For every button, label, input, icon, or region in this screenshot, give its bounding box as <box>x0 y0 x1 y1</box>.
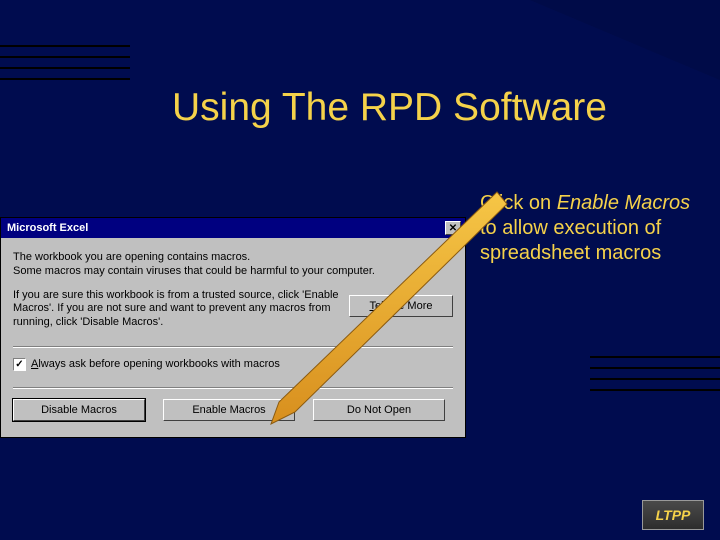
caption-suffix: to allow execution of spreadsheet macros <box>480 217 661 264</box>
slide-title: Using The RPD Software <box>172 86 607 130</box>
p1-line-a: The workbook you are opening contains ma… <box>13 251 250 263</box>
always-ask-label: Always ask before opening workbooks with… <box>31 358 280 370</box>
divider <box>13 387 453 389</box>
dialog-body: The workbook you are opening contains ma… <box>1 238 465 437</box>
dialog-title: Microsoft Excel <box>7 222 88 234</box>
bg-lines-top <box>0 45 130 89</box>
p1-line-b: Some macros may contain viruses that cou… <box>13 265 375 277</box>
divider <box>13 346 453 348</box>
caption-emphasis: Enable Macros <box>557 192 690 214</box>
dialog-titlebar: Microsoft Excel ✕ <box>1 218 465 238</box>
tell-me-more-button[interactable]: Tell Me More <box>349 295 453 317</box>
macro-warning-dialog: Microsoft Excel ✕ The workbook you are o… <box>0 217 466 438</box>
caption-prefix: Click on <box>480 192 557 214</box>
bg-lines-bottom <box>590 356 720 400</box>
enable-macros-button[interactable]: Enable Macros <box>163 399 295 421</box>
slide-caption: Click on Enable Macros to allow executio… <box>480 191 700 266</box>
do-not-open-button[interactable]: Do Not Open <box>313 399 445 421</box>
dialog-paragraph-1: The workbook you are opening contains ma… <box>13 251 453 279</box>
always-ask-checkbox[interactable]: ✓ <box>13 358 26 371</box>
dialog-paragraph-2: If you are sure this workbook is from a … <box>13 289 339 330</box>
tell-more-rest: ell Me More <box>375 300 432 312</box>
close-icon[interactable]: ✕ <box>445 221 461 235</box>
disable-macros-button[interactable]: Disable Macros <box>13 399 145 421</box>
corner-accent <box>530 0 720 80</box>
ltpp-logo: LTPP <box>642 500 704 530</box>
